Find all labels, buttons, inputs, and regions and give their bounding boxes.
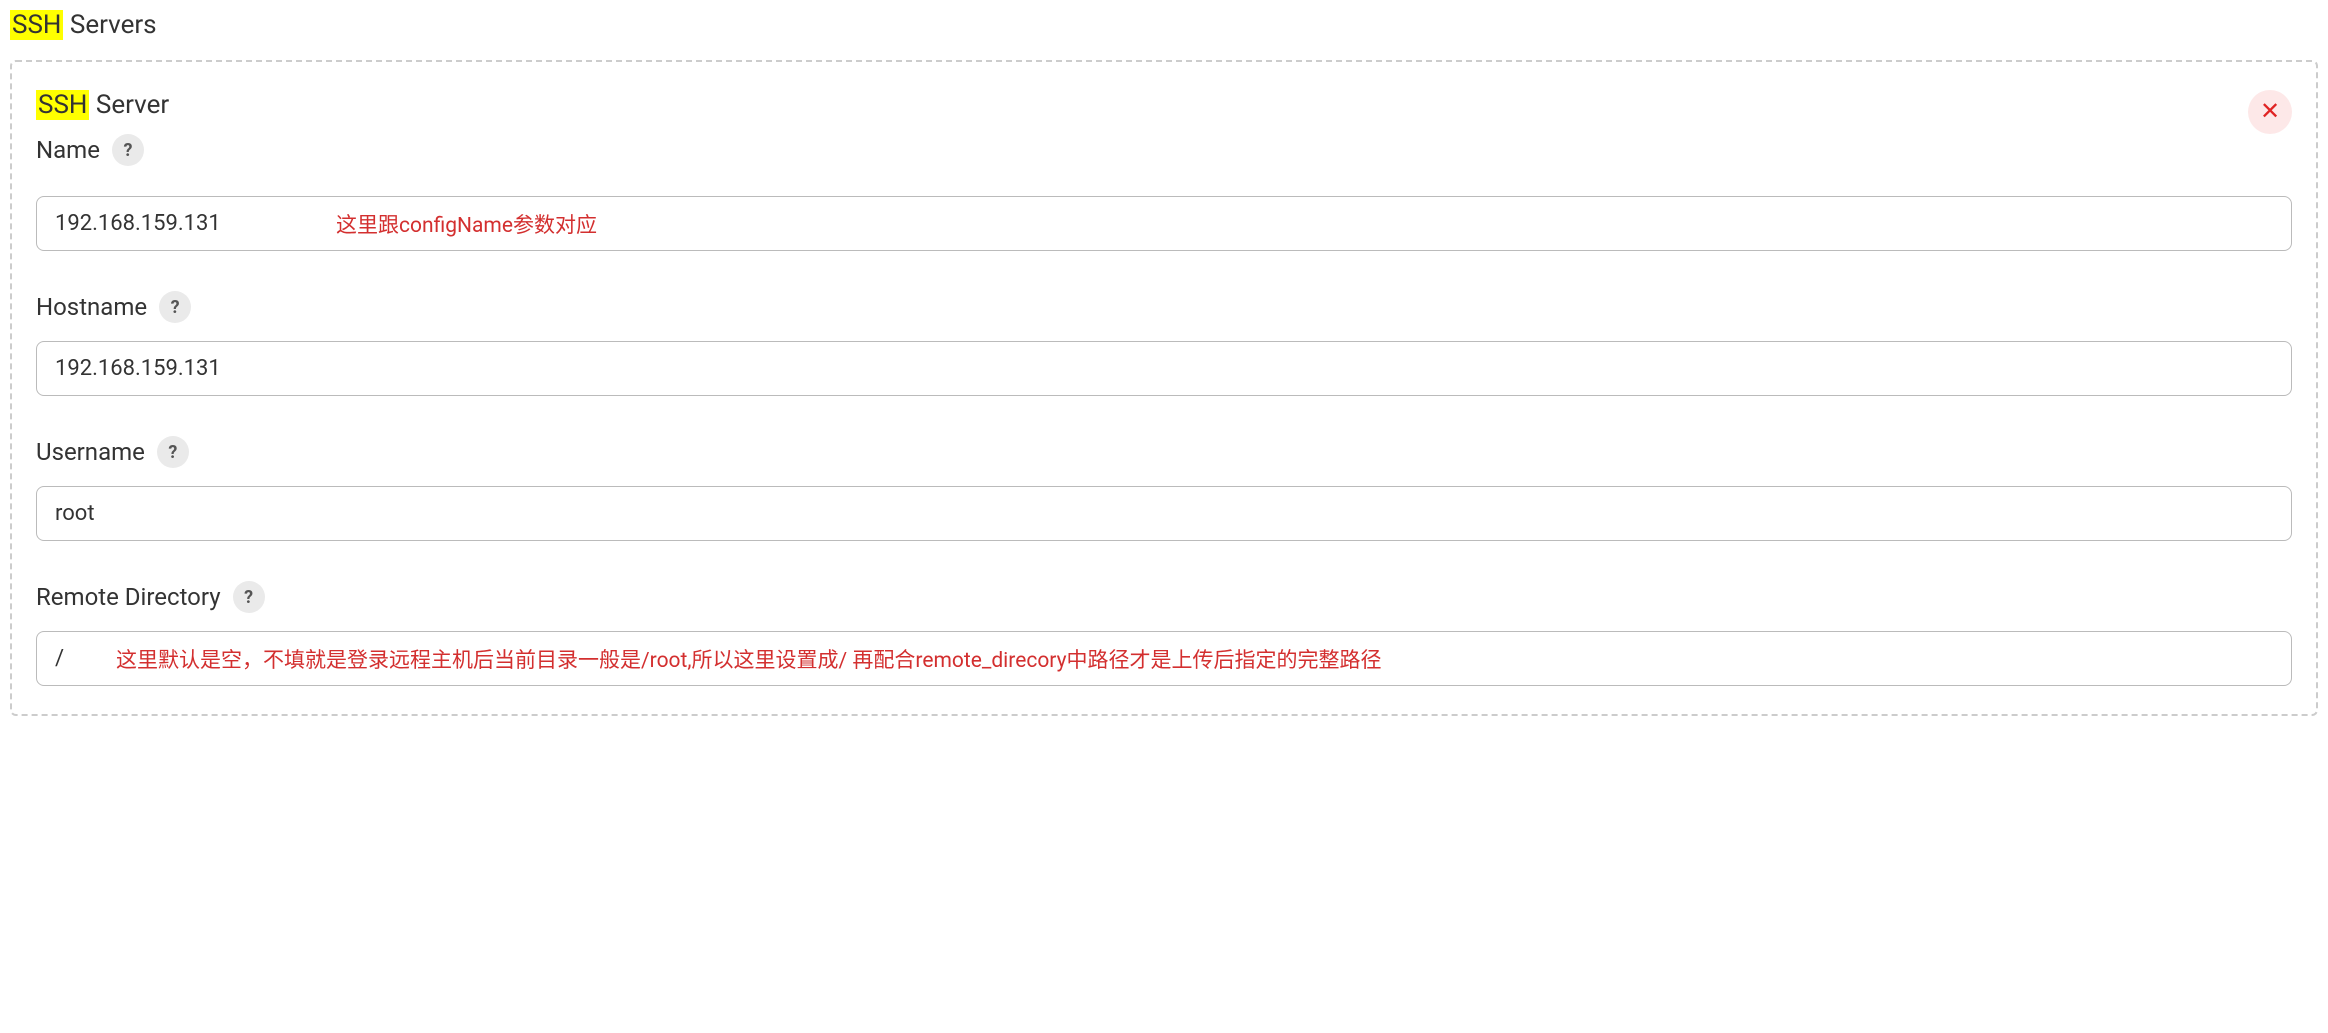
remote-directory-input[interactable]: [36, 631, 2292, 686]
help-icon[interactable]: ?: [233, 581, 265, 613]
hostname-label-row: Hostname ?: [36, 291, 2292, 323]
help-icon[interactable]: ?: [112, 134, 144, 166]
ssh-server-box: SSH Server ✕ Name ? 这里跟configName参数对应 Ho…: [10, 60, 2318, 716]
username-input-wrapper: [36, 486, 2292, 541]
help-icon[interactable]: ?: [159, 291, 191, 323]
section-title: SSH Servers: [10, 10, 2318, 40]
hostname-label: Hostname: [36, 293, 147, 321]
hostname-input[interactable]: [36, 341, 2292, 396]
box-title-highlight: SSH: [36, 90, 89, 120]
remote-directory-input-wrapper: 这里默认是空，不填就是登录远程主机后当前目录一般是/root,所以这里设置成/ …: [36, 631, 2292, 686]
name-label: Name: [36, 136, 100, 164]
box-header: SSH Server ✕: [36, 90, 2292, 134]
username-label: Username: [36, 438, 145, 466]
remote-directory-label: Remote Directory: [36, 583, 221, 611]
field-username: Username ?: [36, 436, 2292, 541]
section-title-rest: Servers: [63, 10, 156, 40]
section-title-highlight: SSH: [10, 10, 63, 40]
hostname-input-wrapper: [36, 341, 2292, 396]
field-name: Name ? 这里跟configName参数对应: [36, 134, 2292, 251]
box-title-rest: Server: [89, 90, 169, 120]
field-hostname: Hostname ?: [36, 291, 2292, 396]
remote-directory-label-row: Remote Directory ?: [36, 581, 2292, 613]
close-button[interactable]: ✕: [2248, 90, 2292, 134]
name-input[interactable]: [36, 196, 2292, 251]
box-title: SSH Server: [36, 90, 169, 120]
close-icon: ✕: [2260, 100, 2280, 124]
username-input[interactable]: [36, 486, 2292, 541]
name-label-row: Name ?: [36, 134, 2292, 166]
username-label-row: Username ?: [36, 436, 2292, 468]
field-remote-directory: Remote Directory ? 这里默认是空，不填就是登录远程主机后当前目…: [36, 581, 2292, 686]
help-icon[interactable]: ?: [157, 436, 189, 468]
name-input-wrapper: 这里跟configName参数对应: [36, 196, 2292, 251]
